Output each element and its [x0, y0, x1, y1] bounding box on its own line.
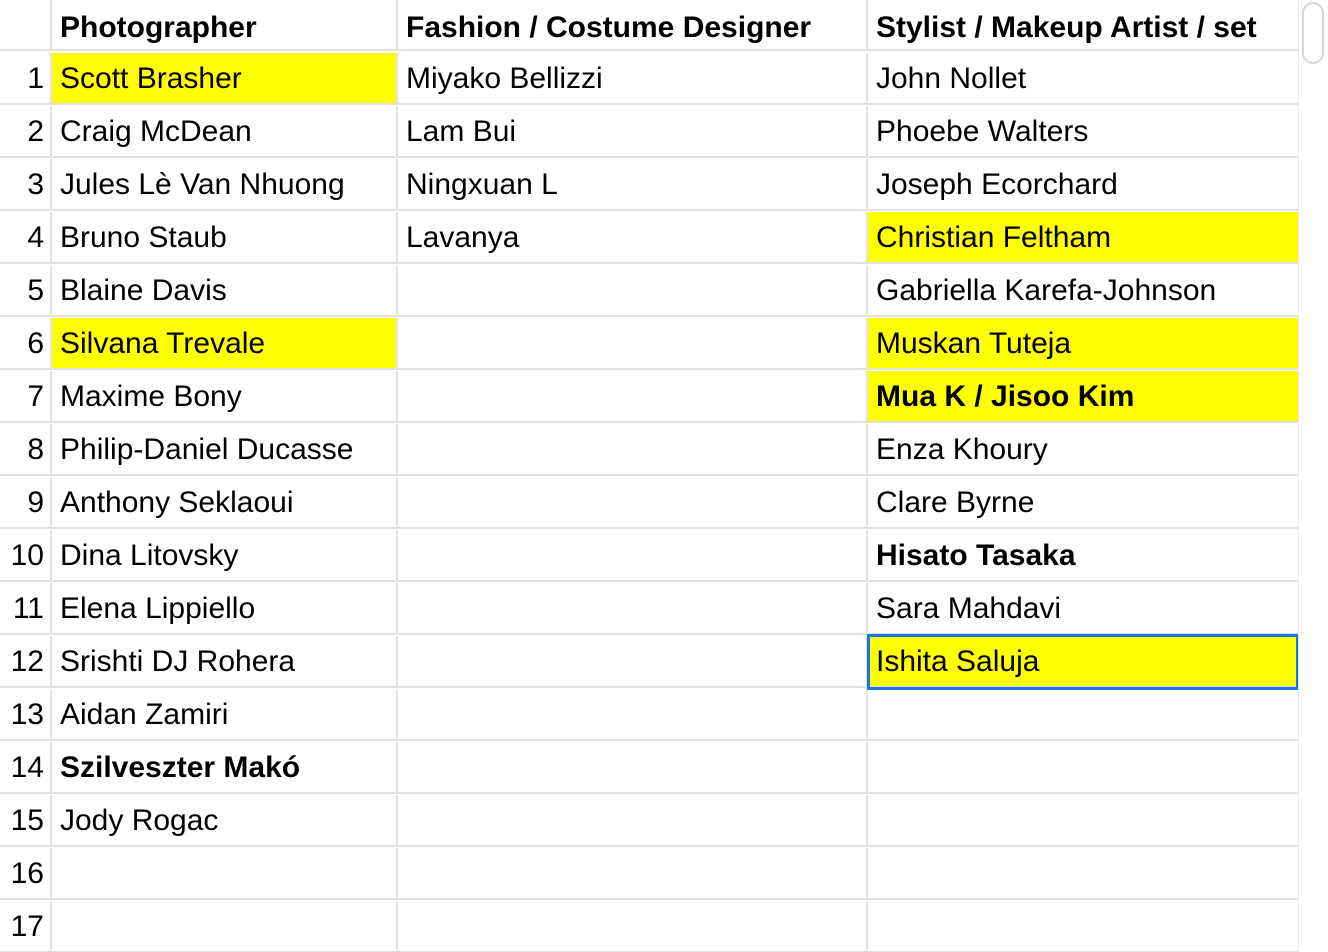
designer-cell[interactable]: [398, 848, 868, 900]
designer-cell[interactable]: [398, 477, 868, 529]
stylist-cell[interactable]: Phoebe Walters: [868, 106, 1298, 158]
photographer-cell[interactable]: Maxime Bony: [52, 371, 398, 423]
row-number[interactable]: 3: [0, 159, 52, 211]
photographer-cell[interactable]: Scott Brasher: [52, 53, 398, 105]
row-number[interactable]: 6: [0, 318, 52, 370]
row-number[interactable]: 8: [0, 424, 52, 476]
photographer-cell[interactable]: Szilveszter Makó: [52, 742, 398, 794]
row-number[interactable]: 9: [0, 477, 52, 529]
designer-cell[interactable]: Miyako Bellizzi: [398, 53, 868, 105]
stylist-cell[interactable]: Enza Khoury: [868, 424, 1298, 476]
table-row: 3 Jules Lè Van Nhuong Ningxuan L Joseph Eco…: [0, 159, 1298, 212]
stylist-cell[interactable]: Hisato Tasaka: [868, 530, 1298, 582]
table-row: 7 Maxime Bony Mua K / Jisoo Kim: [0, 371, 1298, 424]
photographer-cell[interactable]: Bruno Staub: [52, 212, 398, 264]
designer-cell[interactable]: Lam Bui: [398, 106, 868, 158]
designer-cell[interactable]: [398, 371, 868, 423]
photographer-cell[interactable]: Silvana Trevale: [52, 318, 398, 370]
designer-cell[interactable]: [398, 901, 868, 952]
row-number[interactable]: 14: [0, 742, 52, 794]
designer-cell[interactable]: [398, 424, 868, 476]
stylist-cell[interactable]: Gabriella Karefa-Johnson: [868, 265, 1298, 317]
row-number[interactable]: 12: [0, 636, 52, 688]
photographer-cell[interactable]: Philip-Daniel Ducasse: [52, 424, 398, 476]
row-number[interactable]: 10: [0, 530, 52, 582]
scrollbar-thumb[interactable]: [1302, 2, 1324, 64]
photographer-cell[interactable]: [52, 901, 398, 952]
table-row: 9 Anthony Seklaoui Clare Byrne: [0, 477, 1298, 530]
table-row: 16: [0, 848, 1298, 901]
table-row: 8 Philip-Daniel Ducasse Enza Khoury: [0, 424, 1298, 477]
photographer-cell[interactable]: Anthony Seklaoui: [52, 477, 398, 529]
stylist-cell[interactable]: [868, 848, 1298, 900]
photographer-cell[interactable]: Jody Rogac: [52, 795, 398, 847]
stylist-cell[interactable]: Mua K / Jisoo Kim: [868, 371, 1298, 423]
stylist-cell[interactable]: [868, 742, 1298, 794]
table-row: 2 Craig McDean Lam Bui Phoebe Walters: [0, 106, 1298, 159]
stylist-cell[interactable]: Christian Feltham: [868, 212, 1298, 264]
table-row: 12 Srishti DJ Rohera Ishita Saluja: [0, 636, 1298, 689]
photographer-cell[interactable]: Dina Litovsky: [52, 530, 398, 582]
row-number[interactable]: 11: [0, 583, 52, 635]
designer-cell[interactable]: [398, 742, 868, 794]
corner-cell[interactable]: [0, 0, 52, 51]
designer-cell[interactable]: [398, 318, 868, 370]
table-row: 14 Szilveszter Makó: [0, 742, 1298, 795]
stylist-cell[interactable]: John Nollet: [868, 53, 1298, 105]
photographer-cell[interactable]: Jules Lè Van Nhuong: [52, 159, 398, 211]
row-number[interactable]: 16: [0, 848, 52, 900]
table-row: 6 Silvana Trevale Muskan Tuteja: [0, 318, 1298, 371]
row-number[interactable]: 13: [0, 689, 52, 741]
designer-cell[interactable]: [398, 689, 868, 741]
stylist-cell[interactable]: Ishita Saluja: [868, 636, 1298, 688]
row-number[interactable]: 7: [0, 371, 52, 423]
photographer-cell[interactable]: Aidan Zamiri: [52, 689, 398, 741]
row-number[interactable]: 2: [0, 106, 52, 158]
row-number[interactable]: 17: [0, 901, 52, 952]
row-number[interactable]: 4: [0, 212, 52, 264]
vertical-scrollbar[interactable]: [1298, 0, 1328, 952]
stylist-cell[interactable]: Joseph Ecorchard: [868, 159, 1298, 211]
row-number[interactable]: 1: [0, 53, 52, 105]
table-row: 1 Scott Brasher Miyako Bellizzi John Nollet: [0, 53, 1298, 106]
table-row: 17: [0, 901, 1298, 952]
designer-cell[interactable]: [398, 636, 868, 688]
header-fashion-designer[interactable]: Fashion / Costume Designer: [398, 0, 868, 51]
designer-cell[interactable]: [398, 583, 868, 635]
stylist-cell[interactable]: Clare Byrne: [868, 477, 1298, 529]
table-row: 13 Aidan Zamiri: [0, 689, 1298, 742]
photographer-cell[interactable]: Srishti DJ Rohera: [52, 636, 398, 688]
table-row: 15 Jody Rogac: [0, 795, 1298, 848]
photographer-cell[interactable]: Craig McDean: [52, 106, 398, 158]
header-photographer[interactable]: Photographer: [52, 0, 398, 51]
designer-cell[interactable]: [398, 530, 868, 582]
designer-cell[interactable]: Ningxuan L: [398, 159, 868, 211]
table-row: 10 Dina Litovsky Hisato Tasaka: [0, 530, 1298, 583]
stylist-cell[interactable]: Muskan Tuteja: [868, 318, 1298, 370]
row-number[interactable]: 15: [0, 795, 52, 847]
designer-cell[interactable]: [398, 795, 868, 847]
table-row: 4 Bruno Staub Lavanya Christian Feltham: [0, 212, 1298, 265]
row-number[interactable]: 5: [0, 265, 52, 317]
header-row: Photographer Fashion / Costume Designer …: [0, 0, 1298, 53]
photographer-cell[interactable]: [52, 848, 398, 900]
photographer-cell[interactable]: Elena Lippiello: [52, 583, 398, 635]
stylist-cell[interactable]: [868, 901, 1298, 952]
photographer-cell[interactable]: Blaine Davis: [52, 265, 398, 317]
table-row: 11 Elena Lippiello Sara Mahdavi: [0, 583, 1298, 636]
table-row: 5 Blaine Davis Gabriella Karefa-Johnson: [0, 265, 1298, 318]
designer-cell[interactable]: [398, 265, 868, 317]
header-stylist[interactable]: Stylist / Makeup Artist / set: [868, 0, 1298, 51]
stylist-cell[interactable]: Sara Mahdavi: [868, 583, 1298, 635]
designer-cell[interactable]: Lavanya: [398, 212, 868, 264]
spreadsheet-grid: Photographer Fashion / Costume Designer …: [0, 0, 1298, 952]
stylist-cell[interactable]: [868, 795, 1298, 847]
stylist-cell[interactable]: [868, 689, 1298, 741]
